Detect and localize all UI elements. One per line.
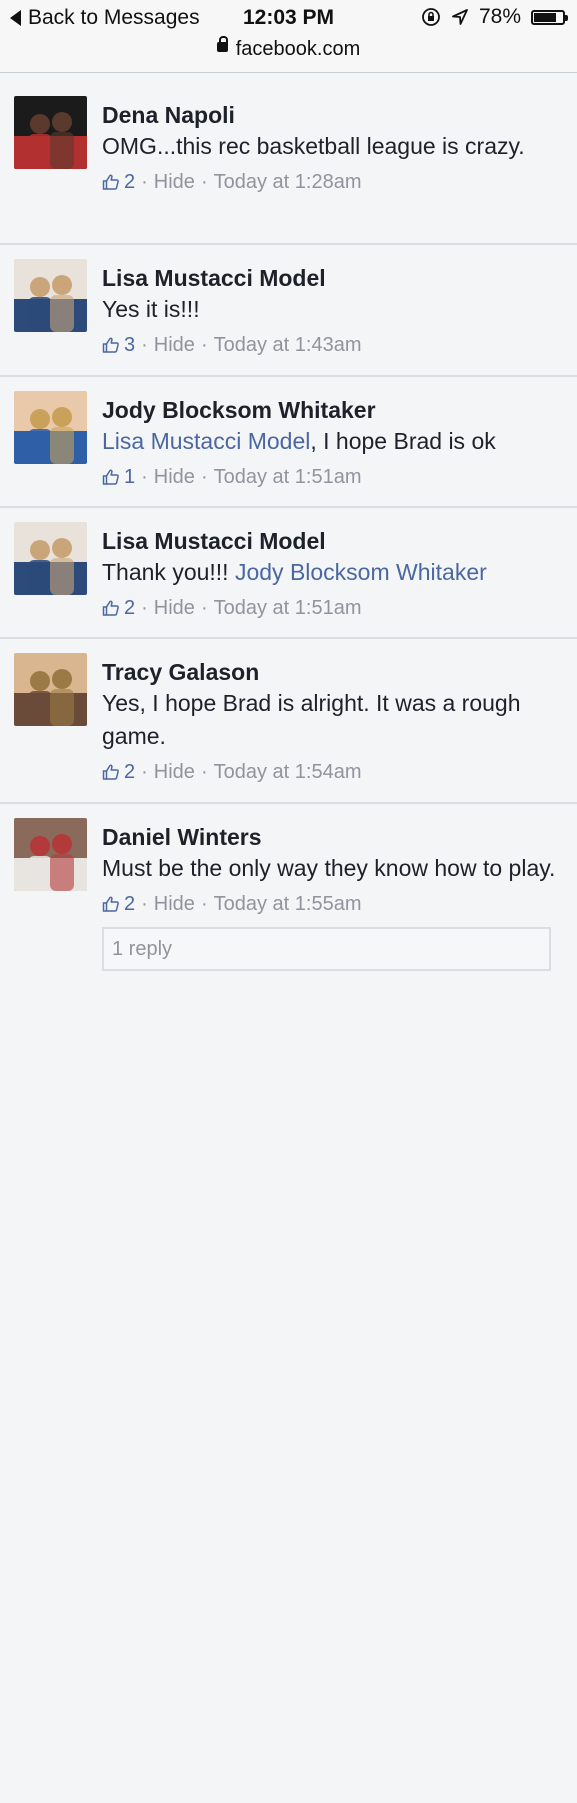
comment-meta: 2 · Hide · Today at 1:55am	[102, 891, 565, 917]
comment-text: Yes it is!!!	[102, 293, 565, 326]
comment-item: Jody Blocksom Whitaker Lisa Mustacci Mode…	[0, 377, 577, 508]
comment-item: Lisa Mustacci Model Thank you!!! Jody Blo…	[0, 508, 577, 639]
avatar[interactable]	[14, 522, 87, 595]
separator: ·	[141, 893, 148, 915]
comment-text: Lisa Mustacci Model, I hope Brad is ok	[102, 425, 565, 458]
comment-author[interactable]: Lisa Mustacci Model	[102, 263, 565, 293]
comment-meta: 2 · Hide · Today at 1:28am	[102, 169, 565, 195]
comment-author[interactable]: Lisa Mustacci Model	[102, 526, 565, 556]
mention-link[interactable]: Jody Blocksom Whitaker	[235, 559, 487, 585]
like-count: 2	[124, 761, 136, 783]
like-count: 1	[124, 466, 136, 488]
separator: ·	[200, 334, 208, 356]
mention-link[interactable]: Lisa Mustacci Model	[102, 428, 310, 454]
comment-item: Lisa Mustacci Model Yes it is!!! 3 · Hide · To…	[0, 245, 577, 377]
thumbs-up-icon[interactable]	[102, 336, 120, 354]
comment-item: Daniel Winters Must be the only way they …	[0, 804, 577, 1803]
comment-item: Dena Napoli OMG...this rec basketball lea…	[0, 82, 577, 245]
hide-link[interactable]: Hide	[154, 464, 195, 490]
comment-timestamp[interactable]: Today at 1:43am	[214, 332, 362, 358]
battery-icon	[531, 9, 568, 25]
comment-list: Dena Napoli OMG...this rec basketball lea…	[0, 82, 577, 1803]
hide-link[interactable]: Hide	[154, 891, 195, 917]
separator: ·	[141, 171, 148, 193]
avatar[interactable]	[14, 653, 87, 726]
comment-text: OMG...this rec basketball league is craz…	[102, 130, 565, 163]
hide-link[interactable]: Hide	[154, 169, 195, 195]
comment-text-part: OMG...this rec basketball league is craz…	[102, 133, 525, 159]
avatar[interactable]	[14, 259, 87, 332]
hide-link[interactable]: Hide	[154, 759, 195, 785]
avatar[interactable]	[14, 818, 87, 891]
avatar[interactable]	[14, 96, 87, 169]
thumbs-up-icon[interactable]	[102, 599, 120, 617]
url-bar[interactable]: facebook.com	[0, 36, 577, 73]
comment-meta: 2 · Hide · Today at 1:54am	[102, 759, 565, 785]
lock-icon	[216, 36, 228, 52]
comment-timestamp[interactable]: Today at 1:51am	[214, 464, 362, 490]
comment-timestamp[interactable]: Today at 1:28am	[214, 169, 362, 195]
battery-percent: 78%	[478, 5, 521, 28]
location-arrow-icon	[452, 9, 468, 25]
comment-author[interactable]: Jody Blocksom Whitaker	[102, 395, 565, 425]
like-count: 2	[124, 171, 136, 193]
comment-timestamp[interactable]: Today at 1:51am	[214, 595, 362, 621]
hide-link[interactable]: Hide	[154, 332, 195, 358]
comment-text: Thank you!!! Jody Blocksom Whitaker	[102, 556, 565, 589]
avatar[interactable]	[14, 391, 87, 464]
comment-text-part: , I hope Brad is ok	[310, 428, 496, 454]
separator: ·	[200, 466, 208, 488]
comment-text-part: Yes, I hope Brad is alright. It was a ro…	[102, 690, 521, 749]
thumbs-up-icon[interactable]	[102, 763, 120, 781]
separator: ·	[200, 597, 208, 619]
comment-timestamp[interactable]: Today at 1:55am	[214, 891, 362, 917]
separator: ·	[200, 761, 208, 783]
separator: ·	[141, 466, 148, 488]
like-count: 3	[124, 334, 136, 356]
comment-timestamp[interactable]: Today at 1:54am	[214, 759, 362, 785]
comment-meta: 3 · Hide · Today at 1:43am	[102, 332, 565, 358]
comment-author[interactable]: Daniel Winters	[102, 822, 565, 852]
rotation-lock-icon	[422, 8, 440, 26]
hide-link[interactable]: Hide	[154, 595, 195, 621]
separator: ·	[141, 597, 148, 619]
separator: ·	[141, 761, 148, 783]
separator: ·	[200, 171, 208, 193]
thumbs-up-icon[interactable]	[102, 173, 120, 191]
like-count: 2	[124, 893, 136, 915]
comment-text: Must be the only way they know how to pl…	[102, 852, 565, 885]
like-count: 2	[124, 597, 136, 619]
view-replies-button[interactable]: 1 reply	[102, 927, 551, 971]
comment-text: Yes, I hope Brad is alright. It was a ro…	[102, 687, 565, 753]
comment-meta: 2 · Hide · Today at 1:51am	[102, 595, 565, 621]
url-domain: facebook.com	[235, 38, 361, 60]
comment-author[interactable]: Dena Napoli	[102, 100, 565, 130]
status-bar: Back to Messages 12:03 PM 78%	[0, 0, 577, 36]
thumbs-up-icon[interactable]	[102, 895, 120, 913]
comment-text-part: Must be the only way they know how to pl…	[102, 855, 556, 881]
separator: ·	[200, 893, 208, 915]
comment-meta: 1 · Hide · Today at 1:51am	[102, 464, 565, 490]
comment-item: Tracy Galason Yes, I hope Brad is alright…	[0, 639, 577, 804]
comment-author[interactable]: Tracy Galason	[102, 657, 565, 687]
comment-text-part: Yes it is!!!	[102, 296, 200, 322]
thumbs-up-icon[interactable]	[102, 468, 120, 486]
separator: ·	[141, 334, 148, 356]
comment-text-part: Thank you!!!	[102, 559, 235, 585]
